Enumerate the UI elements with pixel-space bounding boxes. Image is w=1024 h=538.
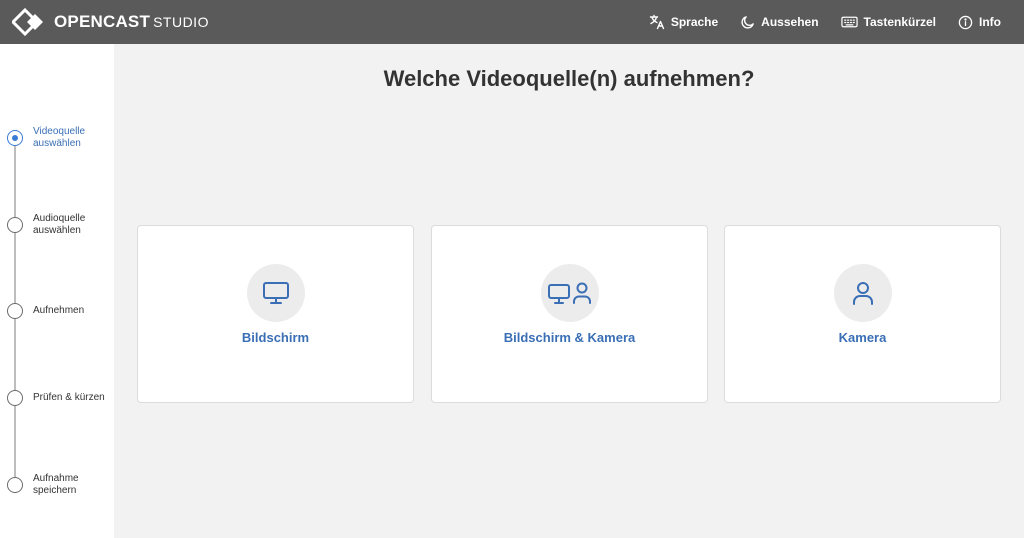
option-label: Bildschirm & Kamera	[503, 330, 636, 345]
page-title: Welche Videoquelle(n) aufnehmen?	[383, 66, 755, 91]
step-indicator	[7, 303, 23, 319]
moon-icon	[741, 15, 754, 29]
logo-suffix: STUDIO	[153, 14, 209, 30]
opencast-logo-icon	[12, 8, 43, 36]
step-connector	[14, 319, 16, 390]
source-option-screen-camera[interactable]: Bildschirm & Kamera	[431, 225, 708, 403]
option-label: Bildschirm	[241, 330, 310, 345]
step-connector	[14, 233, 16, 303]
step-indicator	[7, 217, 23, 233]
step-select-audio[interactable]: Audioquelle auswählen	[7, 213, 119, 237]
logo-name: OPENCAST	[54, 12, 151, 31]
info-button[interactable]: Info	[947, 0, 1024, 44]
option-label: Kamera	[838, 330, 887, 345]
step-label: Aufnehmen	[33, 305, 85, 316]
step-select-video[interactable]: Videoquelle auswählen	[7, 126, 119, 150]
user-icon	[852, 282, 873, 305]
step-save[interactable]: Aufnahme speichern	[7, 473, 119, 497]
source-option-screen[interactable]: Bildschirm	[137, 225, 414, 403]
translate-icon	[649, 14, 665, 30]
shortcuts-button[interactable]: Tastenkürzel	[830, 0, 947, 44]
step-indicator	[7, 477, 23, 493]
language-button[interactable]: Sprache	[638, 0, 729, 44]
info-icon	[958, 15, 973, 29]
shortcuts-label: Tastenkürzel	[863, 15, 936, 29]
step-indicator	[7, 390, 23, 406]
option-icon-circle	[246, 264, 305, 322]
step-active-indicator	[7, 130, 23, 146]
logo-text: OPENCAST STUDIO	[54, 12, 209, 32]
step-connector	[14, 146, 16, 217]
appearance-button[interactable]: Aussehen	[729, 0, 829, 44]
step-connector	[14, 406, 16, 477]
step-sidebar: Videoquelle auswählen Audioquelle auswäh…	[0, 44, 114, 538]
language-label: Sprache	[670, 15, 719, 29]
appearance-label: Aussehen	[761, 15, 819, 29]
source-option-camera[interactable]: Kamera	[724, 225, 1001, 403]
step-label: Prüfen & kürzen	[33, 392, 105, 403]
step-label: Videoquelle auswählen	[33, 126, 86, 149]
opencast-logo[interactable]: OPENCAST STUDIO	[12, 8, 209, 36]
header-nav: Sprache Aussehen Tastenkürzel Info	[638, 0, 1024, 44]
step-record[interactable]: Aufnehmen	[7, 303, 119, 319]
top-bar: OPENCAST STUDIO Sprache Aussehen Tastenkü…	[0, 0, 1024, 44]
main-content: Welche Videoquelle(n) aufnehmen? Bildsch…	[114, 44, 1024, 538]
monitor-icon	[262, 282, 289, 304]
monitor-user-icon	[547, 282, 591, 304]
option-icon-circle	[833, 264, 892, 322]
option-icon-circle	[540, 264, 599, 322]
keyboard-icon	[840, 16, 858, 28]
info-label: Info	[979, 15, 1001, 29]
step-label: Audioquelle auswählen	[33, 213, 86, 236]
step-review[interactable]: Prüfen & kürzen	[7, 390, 119, 406]
step-label: Aufnahme speichern	[33, 473, 79, 496]
